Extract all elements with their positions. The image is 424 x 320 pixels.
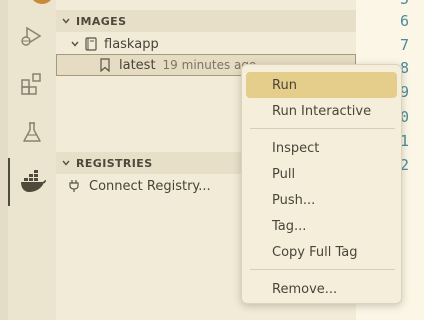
menu-separator [250, 269, 395, 270]
extensions-icon [21, 73, 41, 95]
line-number: 6 [400, 12, 410, 30]
menu-item-pull[interactable]: Pull [246, 161, 397, 187]
repository-icon [84, 37, 104, 51]
menu-item-run-interactive[interactable]: Run Interactive [246, 98, 397, 124]
docker-whale-icon [21, 170, 46, 192]
menu-separator [250, 128, 395, 129]
line-number: 7 [400, 36, 410, 54]
activity-run-debug[interactable] [8, 12, 56, 60]
window-edge [0, 0, 8, 320]
tag-bookmark-icon [99, 58, 119, 72]
chevron-down-icon [56, 16, 76, 26]
activity-bar [8, 0, 56, 320]
top-badge-icon [30, 0, 54, 4]
menu-item-tag[interactable]: Tag... [246, 213, 397, 239]
chevron-down-icon [70, 39, 84, 49]
images-section-title: IMAGES [76, 14, 127, 28]
activity-extensions[interactable] [8, 60, 56, 108]
plug-icon [68, 179, 89, 193]
connect-registry-label: Connect Registry... [89, 178, 211, 194]
testing-flask-icon [23, 122, 41, 142]
menu-item-inspect[interactable]: Inspect [246, 135, 397, 161]
run-debug-icon [21, 26, 42, 46]
context-menu: Run Run Interactive Inspect Pull Push...… [241, 64, 402, 304]
menu-item-run[interactable]: Run [246, 72, 397, 98]
menu-item-push[interactable]: Push... [246, 187, 397, 213]
tree-item-repository[interactable]: flaskapp [56, 33, 356, 55]
activity-docker[interactable] [8, 158, 56, 206]
line-number: 5 [400, 0, 409, 8]
tag-label: latest [119, 57, 156, 73]
repository-label: flaskapp [104, 36, 159, 52]
registries-section-title: REGISTRIES [76, 156, 153, 170]
activity-testing[interactable] [8, 108, 56, 156]
images-section-header[interactable]: IMAGES [56, 10, 356, 32]
menu-item-remove[interactable]: Remove... [246, 276, 397, 302]
chevron-down-icon [56, 158, 76, 168]
menu-item-copy-full-tag[interactable]: Copy Full Tag [246, 239, 397, 265]
